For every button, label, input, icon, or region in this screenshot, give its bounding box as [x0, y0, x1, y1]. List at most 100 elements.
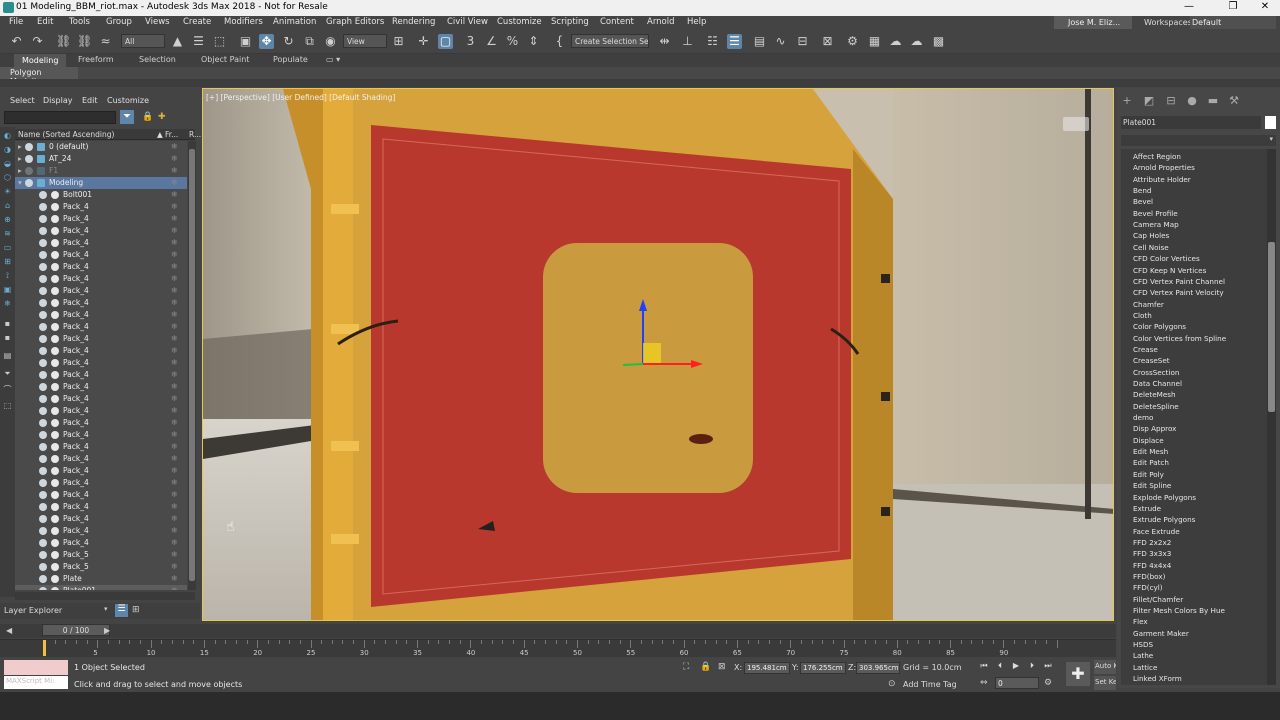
maxscript-mini-listener[interactable]: MAXScript Mi: [4, 676, 68, 689]
visibility-eye-icon[interactable] [39, 263, 47, 271]
modifier-item[interactable]: Chamfer [1133, 300, 1164, 309]
freeze-icon[interactable]: ❄ [171, 346, 178, 355]
select-and-place-icon[interactable]: ◉ [323, 34, 338, 49]
visibility-eye-icon[interactable] [39, 515, 47, 523]
add-time-tag-button[interactable]: Add Time Tag [903, 680, 957, 689]
align-icon[interactable]: ⊥ [680, 34, 695, 49]
menu-customize[interactable]: Customize [497, 17, 542, 27]
modifier-list-dropdown[interactable]: ▾ [1121, 135, 1276, 146]
modifier-item[interactable]: CFD Keep N Vertices [1133, 266, 1206, 275]
display-filter-icon[interactable]: ⏷ [2, 369, 13, 378]
menu-edit[interactable]: Edit [37, 17, 53, 27]
a360-gallery-icon[interactable]: ▩ [931, 34, 946, 49]
selection-filter-dropdown[interactable]: All [121, 34, 165, 48]
modifier-item[interactable]: Affect Region [1133, 152, 1181, 161]
schematic-view-icon[interactable]: ⊟ [795, 34, 810, 49]
keyboard-shortcut-override-icon[interactable]: ▢ [438, 34, 453, 49]
menu-create[interactable]: Create [183, 17, 211, 27]
snaps-toggle-icon[interactable]: 3 [463, 34, 478, 49]
modifier-item[interactable]: Edit Mesh [1133, 447, 1168, 456]
menu-modifiers[interactable]: Modifiers [224, 17, 263, 27]
scene-tree-scrollbar[interactable] [188, 141, 196, 590]
play-icon[interactable]: ▶ [1010, 661, 1022, 673]
time-slider-thumb[interactable]: 0 / 100 [42, 624, 110, 636]
tab-populate[interactable]: Populate [273, 55, 308, 64]
modifier-item[interactable]: Cap Holes [1133, 231, 1169, 240]
scene-search-input[interactable] [4, 111, 116, 124]
menu-rendering[interactable]: Rendering [392, 17, 435, 27]
modifier-item[interactable]: Lathe [1133, 651, 1153, 660]
freeze-icon[interactable]: ❄ [171, 562, 178, 571]
manipulate-icon[interactable]: ✛ [416, 34, 431, 49]
visibility-eye-icon[interactable] [39, 191, 47, 199]
modifier-item[interactable]: Face Extrude [1133, 527, 1180, 536]
menu-content[interactable]: Content [600, 17, 634, 27]
freeze-icon[interactable]: ❄ [171, 478, 178, 487]
angle-snap-icon[interactable]: ∠ [484, 34, 499, 49]
ribbon-toggle-icon[interactable]: ▤ [752, 34, 767, 49]
visibility-eye-icon[interactable] [39, 323, 47, 331]
tab-modeling[interactable]: Modeling [14, 54, 67, 67]
visibility-eye-icon[interactable] [39, 455, 47, 463]
display-containers-icon[interactable]: ▣ [2, 285, 13, 294]
freeze-icon[interactable]: ❄ [171, 250, 178, 259]
absolute-mode-icon[interactable]: ⊠ [718, 662, 726, 672]
object-row[interactable]: Pack_4 ❄ [15, 309, 187, 321]
maxscript-listener-field[interactable] [4, 660, 68, 675]
object-row[interactable]: Pack_4 ❄ [15, 537, 187, 549]
column-frozen-header[interactable]: Fr... [165, 130, 178, 139]
undo-icon[interactable]: ↶ [9, 34, 24, 49]
freeze-icon[interactable]: ❄ [171, 382, 178, 391]
object-row[interactable]: Pack_4 ❄ [15, 393, 187, 405]
unlink-icon[interactable]: ⛓ [77, 34, 92, 49]
freeze-icon[interactable]: ❄ [171, 226, 178, 235]
user-account-dropdown[interactable]: Jose M. Eliz... [1054, 16, 1132, 29]
display-hierarchy-icon[interactable]: ⌒ [2, 385, 13, 394]
menu-scripting[interactable]: Scripting [551, 17, 589, 27]
object-row[interactable]: Pack_4 ❄ [15, 405, 187, 417]
display-bones-icon[interactable]: ⟟ [2, 271, 13, 280]
modifier-item[interactable]: FFD 3x3x3 [1133, 549, 1171, 558]
visibility-eye-icon[interactable] [39, 203, 47, 211]
bind-space-warp-icon[interactable]: ≈ [98, 34, 113, 49]
time-slider-track[interactable] [0, 624, 1116, 638]
modifier-item[interactable]: FFD 2x2x2 [1133, 538, 1171, 547]
workspace-dropdown[interactable]: Default [1190, 16, 1276, 29]
visibility-eye-icon[interactable] [39, 227, 47, 235]
object-row[interactable]: Pack_4 ❄ [15, 333, 187, 345]
display-xrefs-icon[interactable]: ⊞ [2, 257, 13, 266]
object-row[interactable]: Bolt001 ❄ [15, 189, 187, 201]
menu-views[interactable]: Views [145, 17, 170, 27]
scene-explorer-toggle-icon[interactable]: ⊞ [132, 605, 140, 615]
visibility-eye-icon[interactable] [39, 491, 47, 499]
freeze-icon[interactable]: ❄ [171, 502, 178, 511]
set-key-icon[interactable]: ✚ [1066, 662, 1090, 686]
redo-icon[interactable]: ↷ [30, 34, 45, 49]
menu-animation[interactable]: Animation [273, 17, 316, 27]
visibility-eye-icon[interactable] [25, 167, 33, 175]
visibility-eye-icon[interactable] [39, 359, 47, 367]
freeze-icon[interactable]: ❄ [171, 490, 178, 499]
modifier-item[interactable]: Edit Spline [1133, 481, 1171, 490]
freeze-icon[interactable]: ❄ [171, 334, 178, 343]
maximize-button[interactable]: ❐ [1220, 1, 1246, 15]
pivot-center-icon[interactable]: ⊞ [391, 34, 406, 49]
display-influences-icon[interactable]: ▪ [2, 333, 13, 342]
slider-prev-icon[interactable]: ◀ [6, 626, 12, 635]
freeze-icon[interactable]: ❄ [171, 454, 178, 463]
viewport-label-menu[interactable]: [+] [Perspective] [User Defined] [Defaul… [206, 93, 395, 102]
set-key-button[interactable]: Set Key [1094, 676, 1116, 690]
display-frozen-icon[interactable]: ❄ [2, 299, 13, 308]
object-row[interactable]: Pack_4 ❄ [15, 465, 187, 477]
z-coordinate-field[interactable]: 303.965cm [856, 662, 900, 674]
column-r-header[interactable]: R... [189, 130, 201, 139]
visibility-eye-icon[interactable] [39, 551, 47, 559]
object-row[interactable]: Pack_4 ❄ [15, 453, 187, 465]
rendered-frame-window-icon[interactable]: ▦ [867, 34, 882, 49]
display-geometry-icon[interactable]: ◒ [2, 159, 13, 168]
freeze-icon[interactable]: ❄ [171, 286, 178, 295]
object-row[interactable]: Pack_4 ❄ [15, 345, 187, 357]
visibility-eye-icon[interactable] [39, 443, 47, 451]
modifier-item[interactable]: FFD(cyl) [1133, 583, 1163, 592]
freeze-icon[interactable]: ❄ [171, 190, 178, 199]
